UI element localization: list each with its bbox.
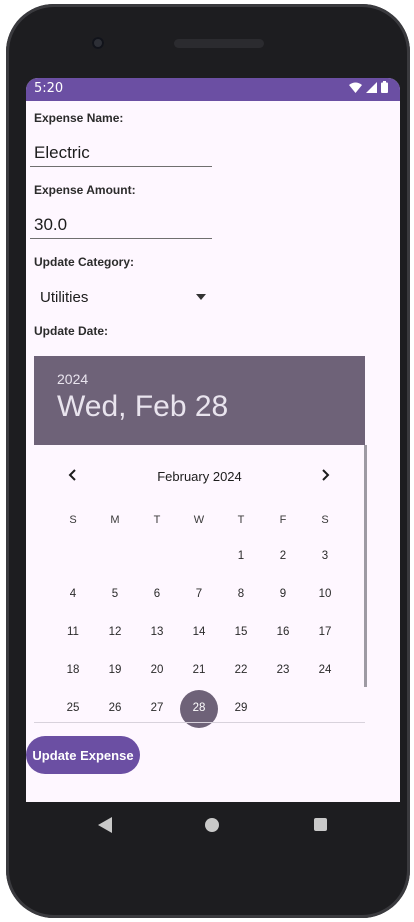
status-bar: 5:20 xyxy=(26,78,400,101)
expense-amount-label: Expense Amount: xyxy=(34,183,136,197)
app-screen: 5:20 Expense Name: Electric Expense Amou… xyxy=(26,78,400,802)
calendar-divider xyxy=(34,722,365,723)
battery-icon xyxy=(381,81,388,93)
category-value: Utilities xyxy=(40,289,89,306)
calendar-week-1: 1 2 3 xyxy=(52,550,346,562)
expense-amount-value: 30.0 xyxy=(34,215,68,234)
status-icons xyxy=(349,81,388,93)
calendar-day[interactable]: 22 xyxy=(220,664,262,676)
calendar-day xyxy=(136,550,178,562)
calendar-day[interactable]: 12 xyxy=(94,626,136,638)
calendar-day[interactable]: 25 xyxy=(52,702,94,714)
camera-icon xyxy=(92,37,104,49)
calendar-day[interactable]: 13 xyxy=(136,626,178,638)
calendar-day[interactable]: 23 xyxy=(262,664,304,676)
speaker-grille xyxy=(174,39,264,48)
calendar-week-3: 11 12 13 14 15 16 17 xyxy=(52,626,346,638)
picker-selected-date: Wed, Feb 28 xyxy=(57,390,229,423)
weekday-mon: M xyxy=(110,514,120,526)
calendar-day[interactable]: 17 xyxy=(304,626,346,638)
calendar-day[interactable]: 14 xyxy=(178,626,220,638)
calendar-day xyxy=(178,550,220,562)
weekday-tue: T xyxy=(153,514,161,526)
expense-amount-input[interactable]: 30.0 xyxy=(30,210,212,239)
chevron-down-icon xyxy=(196,294,206,300)
category-label: Update Category: xyxy=(34,255,135,269)
calendar-day[interactable]: 9 xyxy=(262,588,304,600)
picker-year[interactable]: 2024 xyxy=(57,371,88,387)
chevron-right-icon[interactable] xyxy=(317,467,333,483)
home-icon[interactable] xyxy=(205,818,219,832)
weekday-fri: F xyxy=(279,514,287,526)
calendar-day[interactable]: 3 xyxy=(304,550,346,562)
calendar-day[interactable]: 10 xyxy=(304,588,346,600)
calendar-day xyxy=(262,702,304,714)
selected-day-number: 28 xyxy=(192,702,206,714)
calendar-day[interactable]: 11 xyxy=(52,626,94,638)
wifi-icon xyxy=(349,82,362,93)
calendar-day xyxy=(94,550,136,562)
calendar-day[interactable]: 18 xyxy=(52,664,94,676)
calendar-day[interactable]: 2 xyxy=(262,550,304,562)
calendar-day[interactable]: 24 xyxy=(304,664,346,676)
signal-icon xyxy=(366,81,377,93)
calendar-day[interactable]: 29 xyxy=(220,702,262,714)
calendar-day[interactable]: 27 xyxy=(136,702,178,714)
weekday-wed: W xyxy=(193,514,205,526)
calendar-day[interactable]: 19 xyxy=(94,664,136,676)
recents-icon[interactable] xyxy=(314,818,327,831)
calendar-day-selected[interactable]: 28 xyxy=(178,690,220,728)
calendar-day[interactable]: 7 xyxy=(178,588,220,600)
calendar-day[interactable]: 21 xyxy=(178,664,220,676)
weekday-sat: S xyxy=(321,514,329,526)
update-expense-button[interactable]: Update Expense xyxy=(26,736,140,774)
calendar-day[interactable]: 5 xyxy=(94,588,136,600)
status-time: 5:20 xyxy=(34,81,64,96)
calendar-day[interactable]: 1 xyxy=(220,550,262,562)
calendar-day[interactable]: 16 xyxy=(262,626,304,638)
weekday-sun: S xyxy=(69,514,77,526)
calendar-week-4: 18 19 20 21 22 23 24 xyxy=(52,664,346,676)
calendar-day[interactable]: 4 xyxy=(52,588,94,600)
expense-name-value: Electric xyxy=(34,143,90,162)
weekday-thu: T xyxy=(237,514,245,526)
calendar-day xyxy=(304,702,346,714)
calendar-day xyxy=(52,550,94,562)
calendar-day[interactable]: 8 xyxy=(220,588,262,600)
calendar-week-5: 25 26 27 28 29 xyxy=(52,690,346,728)
calendar-day[interactable]: 6 xyxy=(136,588,178,600)
month-title: February 2024 xyxy=(157,469,242,484)
back-icon[interactable] xyxy=(98,817,112,833)
weekday-header: S M T W T F S xyxy=(52,514,346,526)
category-dropdown[interactable]: Utilities xyxy=(40,286,206,312)
calendar: February 2024 S M T W T F S 1 2 3 4 5 6 … xyxy=(34,445,367,728)
calendar-day[interactable]: 20 xyxy=(136,664,178,676)
system-nav-bar xyxy=(26,802,400,848)
expense-name-input[interactable]: Electric xyxy=(30,138,212,167)
expense-name-label: Expense Name: xyxy=(34,111,124,125)
calendar-day[interactable]: 15 xyxy=(220,626,262,638)
date-picker-header: 2024 Wed, Feb 28 xyxy=(34,356,365,445)
date-label: Update Date: xyxy=(34,324,109,338)
calendar-week-2: 4 5 6 7 8 9 10 xyxy=(52,588,346,600)
calendar-day[interactable]: 26 xyxy=(94,702,136,714)
